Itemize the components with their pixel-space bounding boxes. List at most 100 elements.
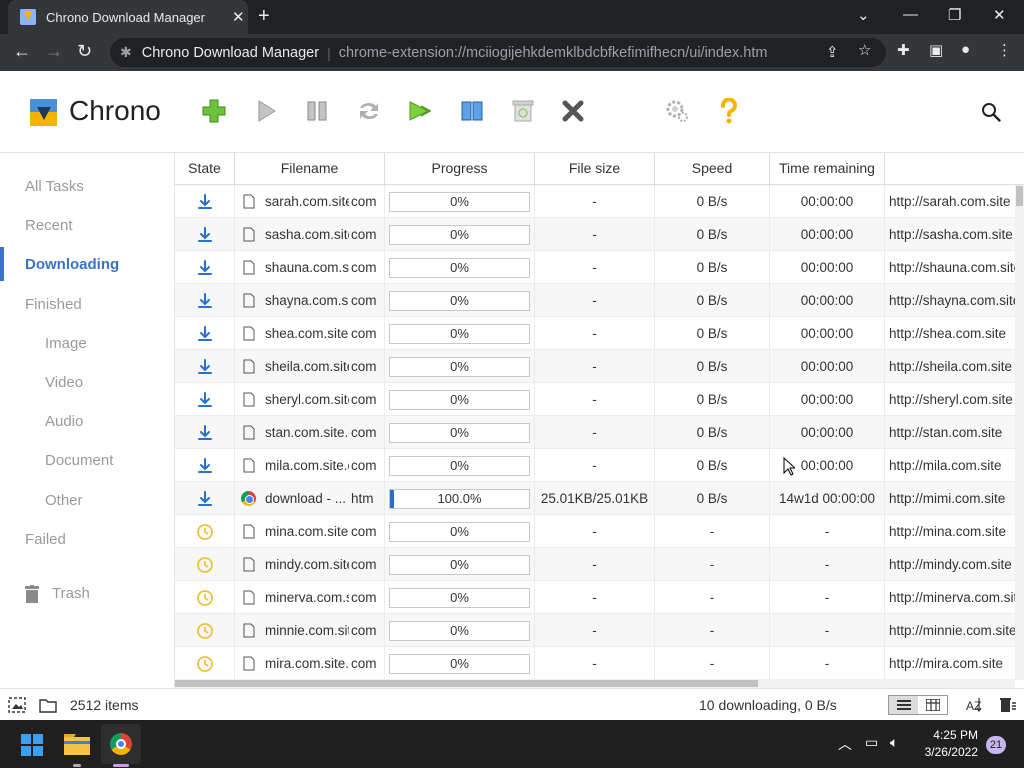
share-icon[interactable]: ⇪ [826, 43, 839, 61]
url-cell[interactable]: http://sasha.com.site [885, 218, 1024, 251]
filename-cell[interactable]: download - ... htm [235, 482, 385, 515]
tab-search-chevron-icon[interactable]: ⌄ [857, 6, 870, 24]
url-cell[interactable]: http://sarah.com.site [885, 185, 1024, 218]
url-cell[interactable]: http://shea.com.site [885, 317, 1024, 350]
table-row[interactable]: mina.com.site.comcom0%---http://mina.com… [175, 515, 1024, 548]
filename-cell[interactable]: sheila.com.site.comcom [235, 350, 385, 383]
column-header-time-remaining[interactable]: Time remaining [770, 153, 885, 185]
url-cell[interactable]: http://shayna.com.site [885, 284, 1024, 317]
sidebar-item-document[interactable]: Document [45, 452, 113, 469]
table-row[interactable]: stan.com.site.comcom 0% -0 B/s00:00:00http… [175, 416, 1024, 449]
help-button[interactable] [713, 95, 745, 127]
search-icon[interactable] [980, 101, 1002, 123]
filename-cell[interactable]: sasha.com.site.comcom [235, 218, 385, 251]
recycle-button[interactable] [507, 95, 539, 127]
table-row[interactable]: minnie.com.site.comcom0%---http://minnie… [175, 614, 1024, 647]
filename-cell[interactable]: minerva.com.site.comcom [235, 581, 385, 614]
url-cell[interactable]: http://mila.com.site [885, 449, 1024, 482]
minimize-icon[interactable]: — [903, 6, 918, 23]
forward-icon[interactable]: → [45, 41, 63, 62]
filename-cell[interactable]: shea.com.site.comcom [235, 317, 385, 350]
filename-cell[interactable]: mira.com.site.comcom [235, 647, 385, 680]
sort-az-icon[interactable]: AZ [966, 696, 984, 714]
browser-menu-icon[interactable]: ⋮ [997, 41, 1012, 59]
back-icon[interactable]: ← [13, 41, 31, 62]
start-button[interactable] [250, 95, 282, 127]
filename-cell[interactable]: sheryl.com.site.comcom [235, 383, 385, 416]
sidebar-item-other[interactable]: Other [45, 492, 83, 509]
sidebar-item-trash[interactable]: Trash [52, 585, 90, 602]
column-header-url[interactable] [885, 153, 1024, 185]
filename-cell[interactable]: mina.com.site.comcom [235, 515, 385, 548]
table-row[interactable]: sheila.com.site.comcom 0% -0 B/s00:00:00ht… [175, 350, 1024, 383]
columns-button[interactable] [456, 95, 488, 127]
filename-cell[interactable]: minnie.com.site.comcom [235, 614, 385, 647]
url-cell[interactable]: http://mindy.com.site [885, 548, 1024, 581]
extensions-icon[interactable]: ✚ [897, 41, 910, 59]
network-icon[interactable]: ▭ [865, 734, 878, 751]
vertical-scroll-thumb[interactable] [1016, 186, 1023, 206]
sidebar-item-failed[interactable]: Failed [25, 531, 66, 548]
table-row[interactable]: minerva.com.site.comcom0%---http://miner… [175, 581, 1024, 614]
new-tab-button[interactable]: + [258, 5, 270, 28]
filename-cell[interactable]: mindy.com.site.comcom [235, 548, 385, 581]
url-cell[interactable]: http://shauna.com.site [885, 251, 1024, 284]
url-cell[interactable]: http://mimi.com.site [885, 482, 1024, 515]
list-view-button[interactable] [889, 696, 918, 714]
filename-cell[interactable]: shauna.com.site.comcom [235, 251, 385, 284]
start-all-button[interactable] [404, 95, 436, 127]
redownload-button[interactable] [353, 95, 385, 127]
url-cell[interactable]: http://minnie.com.site [885, 614, 1024, 647]
url-cell[interactable]: http://sheila.com.site [885, 350, 1024, 383]
notification-badge[interactable]: 21 [986, 736, 1006, 754]
tab-close-icon[interactable]: ✕ [232, 8, 245, 26]
omnibox-url[interactable]: chrome-extension://mciiogijehkdemklbdcbf… [339, 45, 768, 61]
column-header-filename[interactable]: Filename [235, 153, 385, 185]
table-row[interactable]: sasha.com.site.comcom 0% -0 B/s00:00:00htt… [175, 218, 1024, 251]
clock-time[interactable]: 4:25 PM [928, 728, 978, 742]
close-window-icon[interactable]: ✕ [993, 6, 1006, 24]
volume-icon[interactable]: 🔈︎ [890, 734, 898, 751]
tray-overflow-icon[interactable]: ︿ [838, 734, 852, 754]
sidebar-item-audio[interactable]: Audio [45, 413, 83, 430]
column-header-state[interactable]: State [175, 153, 235, 185]
filename-cell[interactable]: shayna.com.site.comcom [235, 284, 385, 317]
file-explorer-icon[interactable] [61, 728, 93, 760]
horizontal-scrollbar[interactable] [175, 679, 1015, 688]
sidebar-item-video[interactable]: Video [45, 374, 83, 391]
filename-cell[interactable]: sarah.com.site.comcom [235, 185, 385, 218]
column-header-speed[interactable]: Speed [655, 153, 770, 185]
clear-list-icon[interactable] [998, 696, 1016, 714]
filename-cell[interactable]: stan.com.site.comcom [235, 416, 385, 449]
restore-icon[interactable]: ❐ [948, 6, 961, 24]
windows-start-icon[interactable] [21, 734, 43, 756]
url-cell[interactable]: http://mina.com.site [885, 515, 1024, 548]
add-task-button[interactable] [198, 95, 230, 127]
side-panel-icon[interactable]: ▣ [929, 41, 943, 59]
table-row[interactable]: mira.com.site.comcom0%---http://mira.com… [175, 647, 1024, 680]
folder-icon[interactable] [39, 696, 57, 714]
table-row[interactable]: shea.com.site.comcom 0% -0 B/s00:00:00http… [175, 317, 1024, 350]
table-row[interactable]: download - ... htm 100.0% 25.01KB/25.01KB 0 … [175, 482, 1024, 515]
picture-in-frame-icon[interactable] [8, 696, 26, 714]
omnibox[interactable]: ✱ Chrono Download Manager | chrome-exten… [110, 38, 886, 67]
vertical-scrollbar[interactable] [1015, 185, 1024, 680]
horizontal-scroll-thumb[interactable] [175, 680, 758, 687]
table-row[interactable]: shauna.com.site.comcom 0% -0 B/s00:00:00ht… [175, 251, 1024, 284]
settings-button[interactable] [661, 95, 693, 127]
url-cell[interactable]: http://stan.com.site [885, 416, 1024, 449]
sidebar-item-recent[interactable]: Recent [25, 217, 73, 234]
grid-view-button[interactable] [918, 696, 947, 714]
table-row[interactable]: mindy.com.site.comcom0%---http://mindy.c… [175, 548, 1024, 581]
table-row[interactable]: mila.com.site.comcom0%-0 B/s00:00:00http… [175, 449, 1024, 482]
table-row[interactable]: shayna.com.site.comcom 0% -0 B/s00:00:00ht… [175, 284, 1024, 317]
bookmark-star-icon[interactable]: ☆ [858, 41, 871, 59]
url-cell[interactable]: http://minerva.com.site [885, 581, 1024, 614]
sidebar-item-image[interactable]: Image [45, 335, 87, 352]
clock-date[interactable]: 3/26/2022 [918, 745, 978, 759]
profile-icon[interactable]: ● [961, 41, 970, 58]
reload-icon[interactable]: ↻ [77, 41, 92, 62]
column-header-progress[interactable]: Progress [385, 153, 535, 185]
sidebar-item-downloading[interactable]: Downloading [25, 256, 119, 273]
sidebar-item-finished[interactable]: Finished [25, 296, 82, 313]
